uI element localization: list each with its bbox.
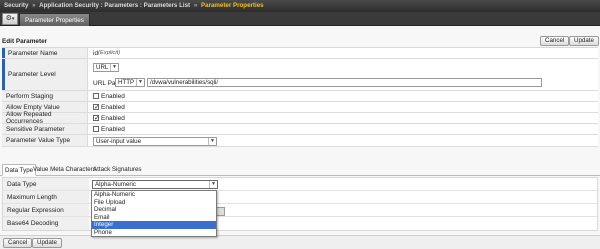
- label-allow-repeated-occurrences: Allow Repeated Occurrences: [2, 111, 88, 125]
- main-panel: Edit Parameter Cancel Update Parameter N…: [0, 26, 600, 249]
- value-perform-staging: Enabled: [91, 91, 598, 101]
- cancel-button-top[interactable]: Cancel: [540, 36, 570, 46]
- row-allow-repeated-occurrences: Allow Repeated Occurrences Enabled: [2, 111, 598, 125]
- gear-menu-button[interactable]: ⚙▾: [2, 13, 18, 25]
- parameter-level-select[interactable]: URL ▼: [93, 63, 119, 72]
- dropdown-option-highlighted[interactable]: Integer: [92, 221, 216, 229]
- dropdown-option[interactable]: Decimal: [92, 206, 216, 214]
- label-base64-decoding: Base64 Decoding: [3, 217, 89, 230]
- breadcrumb-separator: »: [193, 2, 198, 9]
- chevron-down-icon: ▼: [110, 64, 118, 71]
- value-allow-empty-value: Enabled: [91, 102, 598, 112]
- update-button-top[interactable]: Update: [569, 36, 599, 46]
- chevron-down-icon: ▼: [208, 138, 216, 145]
- url-protocol-select[interactable]: HTTP ▼: [115, 78, 145, 87]
- allow-empty-value-checkbox-label: Enabled: [101, 104, 125, 111]
- data-type-dropdown-list: Alpha-Numeric File Upload Decimal Email …: [91, 190, 217, 237]
- url-path-input[interactable]: /dvwa/vulnerabilities/sqli/: [147, 78, 542, 87]
- label-perform-staging: Perform Staging: [2, 91, 88, 101]
- breadcrumb-security[interactable]: Security: [4, 2, 28, 9]
- chevron-down-icon: ▾: [11, 16, 15, 22]
- label-parameter-name: Parameter Name: [2, 48, 88, 58]
- label-regular-expression: Regular Expression: [3, 204, 89, 216]
- value-parameter-name: id (Explicit): [91, 48, 598, 58]
- allow-repeated-occurrences-checkbox-label: Enabled: [101, 115, 125, 122]
- tab-value-meta-characters[interactable]: Value Meta Characters: [31, 164, 98, 176]
- allow-repeated-occurrences-checkbox[interactable]: [93, 114, 100, 122]
- sensitive-parameter-checkbox[interactable]: [93, 126, 99, 132]
- label-parameter-value-type: Parameter Value Type: [2, 135, 88, 146]
- parameter-name-note: (Explicit): [98, 50, 121, 56]
- breadcrumb-parameters-list[interactable]: Application Security : Parameters : Para…: [39, 2, 190, 9]
- chevron-down-icon: ▼: [136, 79, 144, 86]
- dropdown-option[interactable]: File Upload: [92, 199, 216, 207]
- row-sensitive-parameter: Sensitive Parameter Enabled: [2, 124, 598, 135]
- parameter-value-type-value: User-input value: [96, 138, 142, 145]
- section-title: Edit Parameter: [2, 38, 48, 45]
- perform-staging-checkbox-label: Enabled: [101, 93, 125, 100]
- value-sensitive-parameter: Enabled: [91, 124, 598, 134]
- value-parameter-value-type: User-input value ▼: [91, 135, 598, 146]
- chevron-down-icon: ▼: [209, 181, 217, 188]
- label-sensitive-parameter: Sensitive Parameter: [2, 124, 88, 134]
- label-maximum-length: Maximum Length: [3, 191, 89, 203]
- parameter-value-type-select[interactable]: User-input value ▼: [93, 137, 217, 146]
- allow-empty-value-checkbox[interactable]: [93, 103, 100, 111]
- breadcrumb-separator: »: [32, 2, 36, 9]
- value-allow-repeated-occurrences: Enabled: [91, 113, 598, 123]
- bottom-action-bar: Cancel Update: [0, 235, 600, 249]
- dropdown-option[interactable]: Alpha-Numeric: [92, 191, 216, 199]
- data-type-select[interactable]: Alpha-Numeric ▼: [92, 180, 218, 189]
- dropdown-option[interactable]: Email: [92, 214, 216, 222]
- row-perform-staging: Perform Staging Enabled: [2, 91, 598, 102]
- cancel-button-bottom[interactable]: Cancel: [3, 238, 33, 248]
- perform-staging-checkbox[interactable]: [93, 93, 99, 99]
- parameter-level-select-value: URL: [96, 64, 109, 71]
- url-protocol-value: HTTP: [118, 79, 135, 86]
- breadcrumb-current: Parameter Properties: [201, 2, 264, 9]
- breadcrumb: Security » Application Security : Parame…: [0, 0, 600, 12]
- tab-bar: ⚙▾ Parameter Properties: [0, 12, 600, 26]
- dropdown-option[interactable]: Phone: [92, 229, 216, 237]
- tab-parameter-properties[interactable]: Parameter Properties: [19, 13, 90, 26]
- row-parameter-value-type: Parameter Value Type User-input value ▼: [2, 135, 598, 147]
- sensitive-parameter-checkbox-label: Enabled: [101, 126, 125, 133]
- update-button-bottom[interactable]: Update: [32, 238, 62, 248]
- label-parameter-level: Parameter Level: [2, 59, 88, 90]
- tab-attack-signatures[interactable]: Attack Signatures: [91, 164, 144, 176]
- row-parameter-name: Parameter Name id (Explicit): [2, 48, 598, 59]
- value-parameter-level: URL ▼ URL Path HTTP ▼ /dvwa/vulnerabilit…: [91, 59, 598, 90]
- subtab-bar: Data Type Value Meta Characters Attack S…: [0, 162, 600, 176]
- label-data-type: Data Type: [3, 178, 89, 190]
- data-type-select-value: Alpha-Numeric: [95, 181, 136, 188]
- parameter-form: Parameter Name id (Explicit) Parameter L…: [2, 47, 598, 147]
- row-parameter-level: Parameter Level URL ▼ URL Path HTTP ▼ /d…: [2, 59, 598, 91]
- row-allow-empty-value: Allow Empty Value Enabled: [2, 102, 598, 113]
